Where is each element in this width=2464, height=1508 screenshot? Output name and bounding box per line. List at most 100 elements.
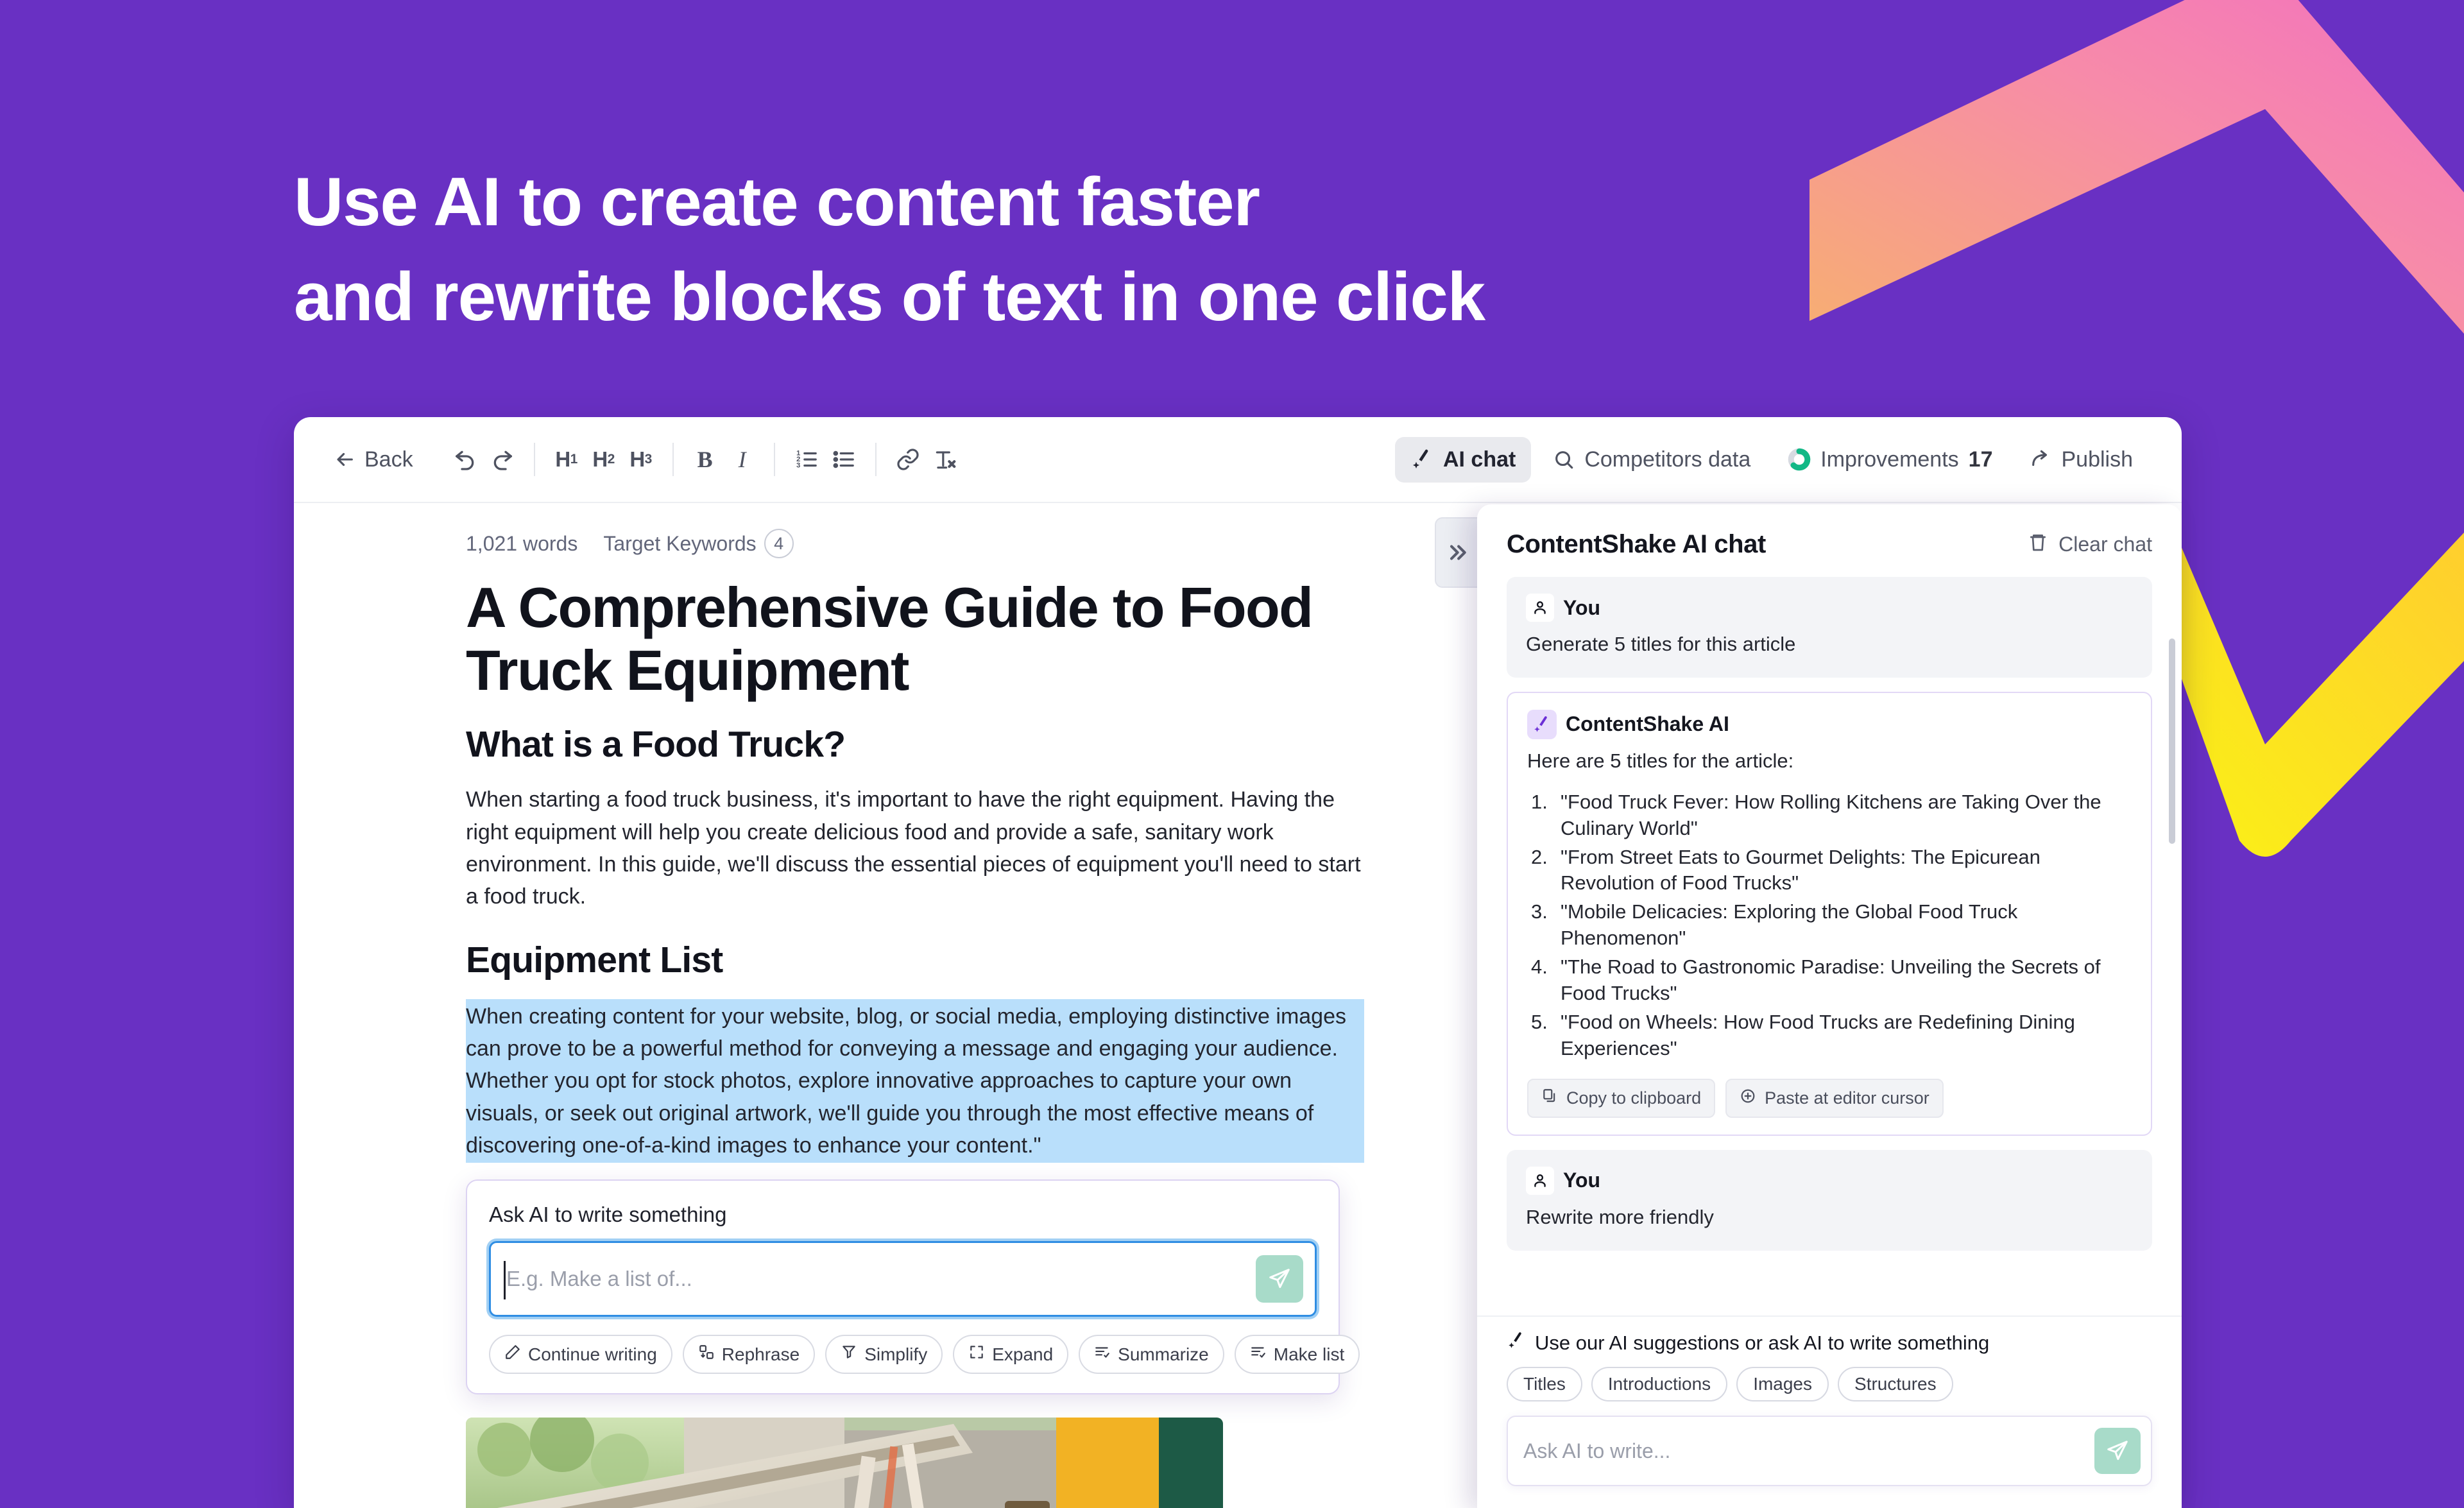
list-item: "Food Truck Fever: How Rolling Kitchens …	[1531, 789, 2101, 839]
svg-text:3: 3	[796, 462, 800, 470]
tab-competitors-data[interactable]: Competitors data	[1537, 437, 1766, 483]
make-list-icon	[1250, 1344, 1267, 1365]
search-icon	[1553, 449, 1575, 470]
ai-chat-footer: Use our AI suggestions or ask AI to writ…	[1477, 1315, 2182, 1508]
back-button[interactable]: Back	[325, 440, 422, 480]
publish-label: Publish	[2061, 447, 2133, 472]
chevron-double-right-icon	[1450, 545, 1466, 560]
selected-paragraph[interactable]: When creating content for your website, …	[466, 998, 1364, 1163]
tab-competitors-label: Competitors data	[1584, 447, 1751, 472]
chip-summarize[interactable]: Summarize	[1079, 1335, 1224, 1375]
copy-icon	[1541, 1088, 1558, 1109]
hero-line-2: and rewrite blocks of text in one click	[294, 258, 1485, 335]
suggestion-chip-structures[interactable]: Structures	[1838, 1367, 1953, 1401]
chip-continue-writing[interactable]: Continue writing	[489, 1335, 672, 1375]
document-content: 1,021 words Target Keywords 4 A Comprehe…	[466, 529, 1364, 1508]
improvements-count: 17	[1968, 447, 1993, 472]
tab-ai-chat[interactable]: AI chat	[1394, 436, 1532, 483]
list-item: "Food on Wheels: How Food Trucks are Red…	[1531, 1009, 2075, 1059]
heading-1-button[interactable]: H1	[548, 441, 585, 478]
plus-circle-icon	[1740, 1088, 1756, 1109]
chip-expand[interactable]: Expand	[953, 1335, 1069, 1375]
ai-chat-title: ContentShake AI chat	[1507, 530, 1766, 558]
message-author: You	[1526, 1166, 2133, 1195]
suggestion-chip-row: Titles Introductions Images Structures	[1507, 1367, 2152, 1401]
bullet-list-button[interactable]	[825, 441, 862, 478]
chip-simplify[interactable]: Simplify	[825, 1335, 943, 1375]
action-label: Copy to clipboard	[1566, 1088, 1702, 1108]
ask-ai-chip-row: Continue writing Rephrase Simplify Expan…	[489, 1335, 1360, 1375]
target-keywords-count: 4	[764, 529, 794, 558]
ai-sparkle-icon	[1527, 709, 1557, 739]
toolbar-divider	[875, 443, 877, 476]
target-keywords-label: Target Keywords	[603, 531, 757, 555]
bold-button[interactable]: B	[687, 441, 724, 478]
chip-label: Make list	[1273, 1344, 1345, 1364]
chat-input[interactable]	[1523, 1439, 2094, 1463]
tab-improvements-label: Improvements	[1820, 447, 1959, 472]
chip-label: Rephrase	[721, 1344, 800, 1364]
hero-headline: Use AI to create content faster and rewr…	[294, 154, 1834, 344]
text-caret	[504, 1261, 506, 1300]
suggestion-chip-titles[interactable]: Titles	[1507, 1367, 1582, 1401]
simplify-icon	[841, 1344, 857, 1365]
assistant-intro: Here are 5 titles for the article:	[1527, 749, 1794, 772]
ordered-list-button[interactable]: 123	[788, 441, 825, 478]
action-label: Paste at editor cursor	[1765, 1088, 1929, 1108]
ai-chat-panel: ContentShake AI chat Clear chat You Gene…	[1477, 504, 2182, 1508]
target-keywords[interactable]: Target Keywords 4	[603, 529, 794, 558]
user-icon	[1526, 1166, 1554, 1195]
ai-chat-messages[interactable]: You Generate 5 titles for this article C…	[1477, 577, 2182, 1315]
heading-3-button[interactable]: H3	[622, 441, 660, 478]
footer-hint: Use our AI suggestions or ask AI to writ…	[1507, 1331, 2152, 1355]
chip-label: Summarize	[1118, 1344, 1209, 1364]
article-title: A Comprehensive Guide to Food Truck Equi…	[466, 576, 1313, 702]
expand-icon	[968, 1344, 985, 1365]
document-meta: 1,021 words Target Keywords 4	[466, 529, 1364, 558]
donut-progress-icon	[1788, 448, 1811, 471]
suggestion-chip-images[interactable]: Images	[1736, 1367, 1829, 1401]
ask-ai-input[interactable]	[502, 1267, 1256, 1292]
chip-rephrase[interactable]: Rephrase	[682, 1335, 816, 1375]
arrow-left-icon	[334, 449, 355, 470]
article-heading-1: What is a Food Truck?	[466, 724, 846, 766]
collapse-panel-handle[interactable]	[1435, 517, 1477, 588]
chat-scrollbar[interactable]	[2169, 638, 2175, 844]
chip-label: Expand	[992, 1344, 1054, 1364]
trash-icon	[2028, 532, 2048, 558]
chat-input-wrapper[interactable]	[1507, 1416, 2152, 1486]
ai-sparkle-icon	[1507, 1331, 1526, 1355]
link-button[interactable]	[889, 441, 927, 478]
list-item: "From Street Eats to Gourmet Delights: T…	[1531, 844, 2041, 895]
share-arrow-icon	[2030, 449, 2051, 470]
toolbar-divider	[533, 443, 535, 476]
chat-message-assistant: ContentShake AI Here are 5 titles for th…	[1507, 691, 2152, 1136]
toolbar-divider	[672, 443, 674, 476]
ask-ai-send-button[interactable]	[1256, 1255, 1303, 1303]
hero-line-1: Use AI to create content faster	[294, 163, 1260, 240]
chat-message-user: You Rewrite more friendly	[1507, 1149, 2152, 1251]
toolbar-left-group: Back H1 H2 H3 B I 123	[325, 440, 964, 480]
user-icon	[1526, 594, 1554, 622]
tab-improvements[interactable]: Improvements 17	[1772, 437, 2008, 483]
clear-formatting-button[interactable]	[927, 441, 964, 478]
ask-ai-title: Ask AI to write something	[489, 1203, 727, 1227]
redo-button[interactable]	[484, 441, 521, 478]
paste-at-cursor-button[interactable]: Paste at editor cursor	[1725, 1078, 1944, 1118]
chat-send-button[interactable]	[2094, 1428, 2141, 1474]
author-name: You	[1563, 595, 1601, 619]
toolbar-right-group: AI chat Competitors data Improvements 17	[1394, 436, 2148, 483]
list-item: "The Road to Gastronomic Paradise: Unvei…	[1531, 954, 2101, 1005]
chip-make-list[interactable]: Make list	[1234, 1335, 1360, 1375]
tab-ai-chat-label: AI chat	[1442, 447, 1516, 472]
italic-button[interactable]: I	[724, 441, 761, 478]
publish-button[interactable]: Publish	[2014, 437, 2148, 483]
copy-to-clipboard-button[interactable]: Copy to clipboard	[1527, 1078, 1716, 1118]
heading-2-button[interactable]: H2	[585, 441, 622, 478]
article-image	[466, 1418, 1223, 1508]
suggestion-chip-introductions[interactable]: Introductions	[1591, 1367, 1728, 1401]
clear-chat-button[interactable]: Clear chat	[2028, 532, 2152, 558]
ask-ai-input-wrapper[interactable]	[489, 1241, 1317, 1317]
chip-label: Continue writing	[528, 1344, 657, 1364]
undo-button[interactable]	[447, 441, 484, 478]
